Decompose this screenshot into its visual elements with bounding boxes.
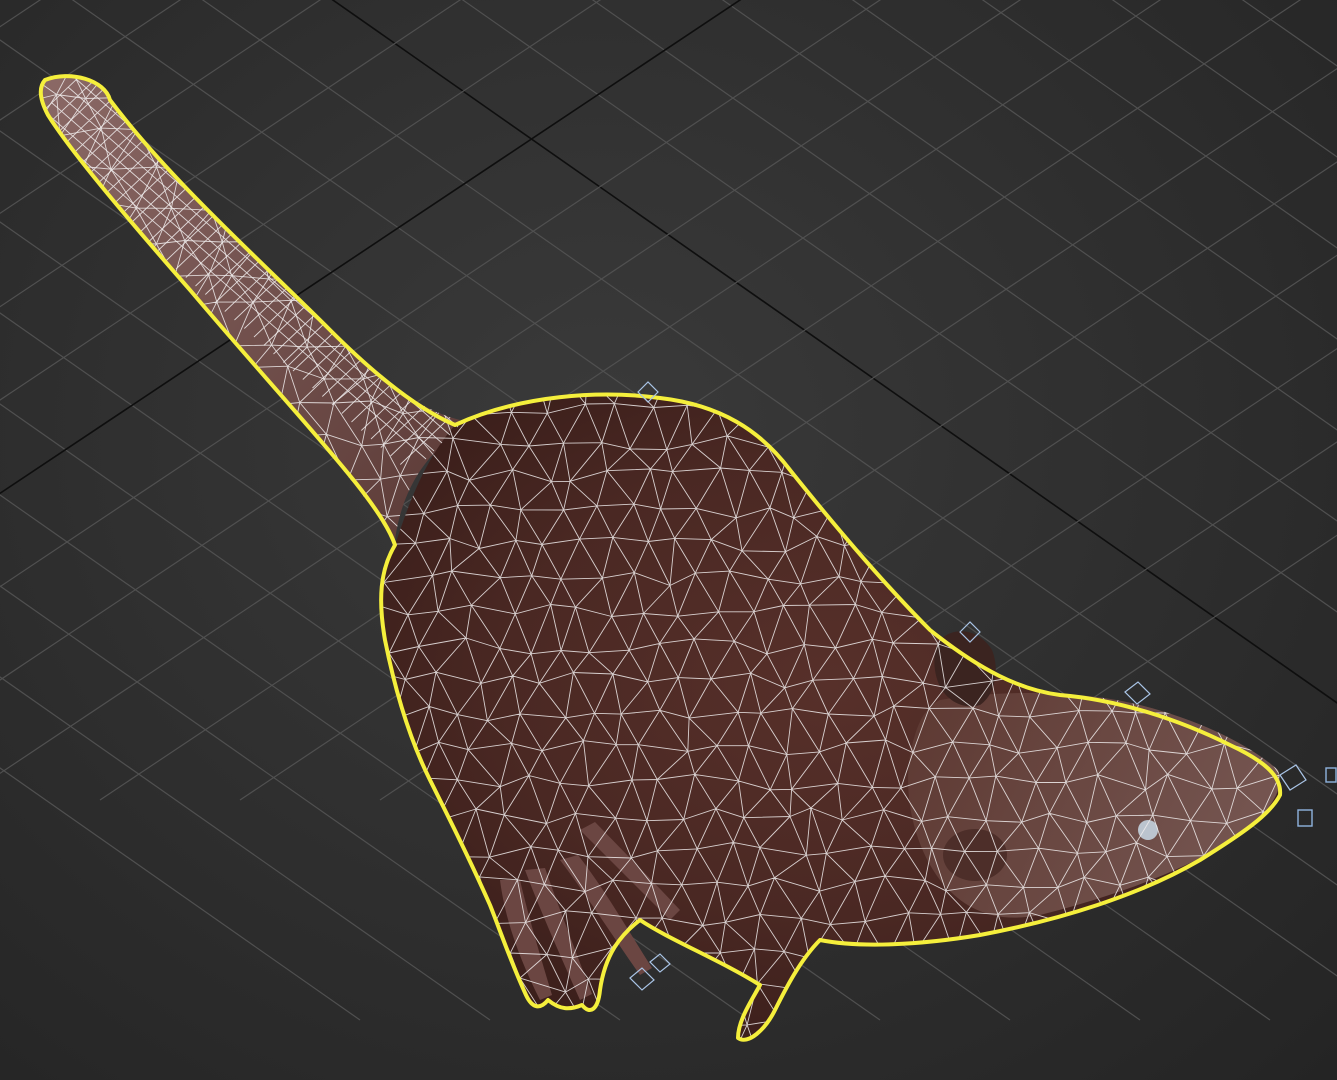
helper-box-icon[interactable]	[1297, 809, 1313, 827]
perspective-viewport[interactable]	[0, 0, 1337, 1080]
rat-head[interactable]	[908, 693, 1280, 918]
helper-box-icon[interactable]	[1325, 767, 1337, 783]
bone-helper-icon[interactable]	[1124, 681, 1151, 705]
rat-model[interactable]	[0, 0, 1337, 1080]
viewport-scene[interactable]	[0, 0, 1337, 1080]
grid-line	[0, 767, 361, 1021]
